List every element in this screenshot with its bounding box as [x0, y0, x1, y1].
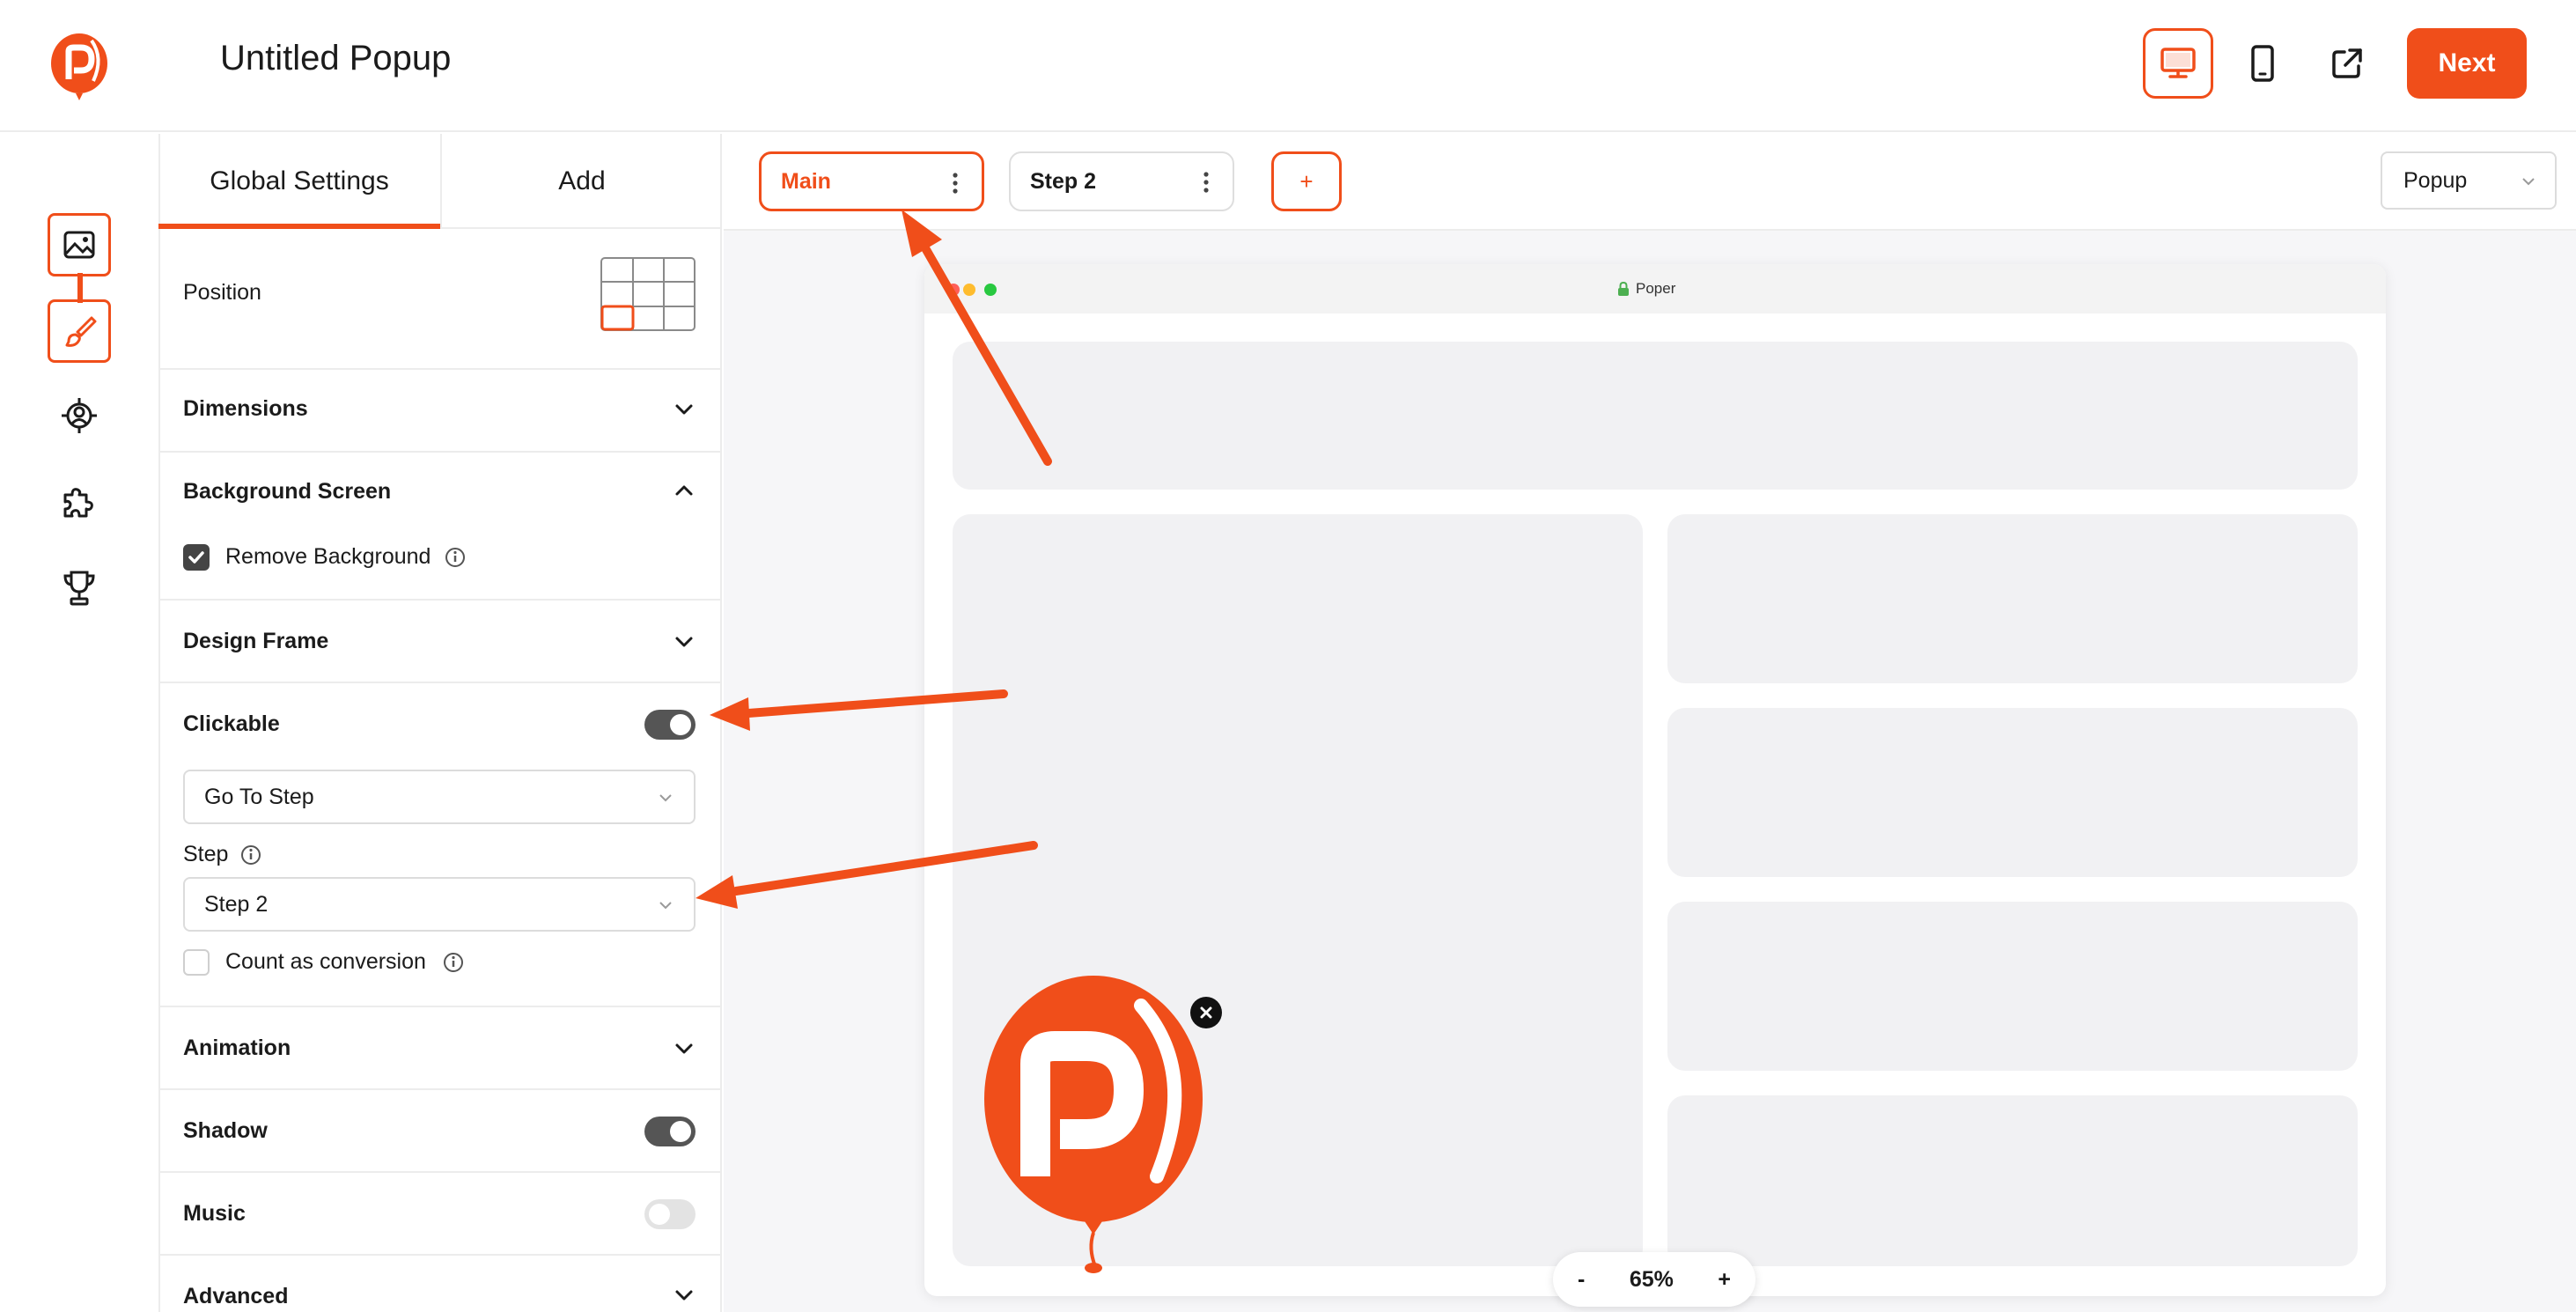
position-label: Position — [183, 280, 261, 305]
rail-connector — [77, 273, 83, 303]
preview-button[interactable] — [2312, 28, 2382, 99]
rail-design-button[interactable] — [48, 299, 111, 363]
placeholder-block — [953, 342, 2358, 490]
advanced-header[interactable]: Advanced — [183, 1284, 288, 1309]
info-icon[interactable] — [444, 546, 467, 573]
chevron-down-icon — [2522, 178, 2535, 186]
add-step-button[interactable]: + — [1271, 151, 1342, 211]
placeholder-block — [1667, 902, 2358, 1071]
click-action-value: Go To Step — [204, 784, 314, 809]
divider — [158, 682, 722, 683]
trophy-icon — [63, 571, 95, 606]
target-icon — [62, 398, 97, 433]
shadow-toggle[interactable] — [644, 1117, 696, 1146]
step-select[interactable]: Step 2 — [183, 877, 696, 932]
chevron-up-icon[interactable] — [671, 477, 697, 504]
browser-url: Poper — [1616, 280, 1675, 298]
remove-background-label: Remove Background — [225, 544, 431, 569]
divider — [158, 368, 722, 370]
popup-type-select[interactable]: Popup — [2381, 151, 2557, 210]
tab-global-settings[interactable]: Global Settings — [158, 134, 440, 229]
placeholder-block — [1667, 514, 2358, 683]
browser-url-text: Poper — [1636, 280, 1676, 297]
animation-header[interactable]: Animation — [183, 1036, 291, 1061]
position-grid[interactable] — [600, 257, 696, 331]
chevron-down-icon[interactable] — [671, 396, 697, 423]
more-options-icon[interactable] — [1203, 171, 1210, 194]
chevron-down-icon — [659, 794, 672, 802]
balloon-popup[interactable] — [974, 976, 1224, 1275]
clickable-label: Clickable — [183, 711, 280, 736]
design-frame-header[interactable]: Design Frame — [183, 629, 328, 654]
step-tab-main[interactable]: Main — [759, 151, 984, 211]
mobile-icon — [2251, 45, 2274, 82]
mobile-view-button[interactable] — [2227, 28, 2298, 99]
info-icon[interactable] — [239, 844, 262, 871]
count-conversion-label: Count as conversion — [225, 949, 426, 974]
placeholder-block — [1667, 708, 2358, 877]
poper-logo[interactable] — [46, 32, 113, 107]
more-options-icon[interactable] — [952, 172, 959, 195]
rail-media-button[interactable] — [48, 213, 111, 276]
steps-bar — [724, 134, 2576, 231]
background-screen-header[interactable]: Background Screen — [183, 479, 391, 505]
divider — [158, 1254, 722, 1256]
zoom-control: - 65% + — [1553, 1252, 1755, 1307]
window-close-dot — [947, 284, 960, 296]
shadow-label: Shadow — [183, 1118, 268, 1143]
popup-title[interactable]: Untitled Popup — [220, 39, 451, 78]
puzzle-icon — [63, 488, 93, 518]
chevron-down-icon[interactable] — [671, 1282, 697, 1308]
count-conversion-checkbox[interactable] — [183, 949, 210, 976]
music-label: Music — [183, 1201, 246, 1226]
external-link-icon — [2332, 48, 2362, 78]
divider — [158, 1088, 722, 1090]
step-select-value: Step 2 — [204, 891, 269, 917]
music-toggle[interactable] — [644, 1199, 696, 1229]
window-minimize-dot — [963, 284, 975, 296]
rail-integrations-button[interactable] — [48, 470, 111, 534]
window-maximize-dot — [984, 284, 997, 296]
chevron-down-icon[interactable] — [671, 1036, 697, 1062]
desktop-icon — [2160, 48, 2196, 78]
active-tab-indicator — [158, 224, 440, 229]
close-icon[interactable] — [1190, 997, 1222, 1028]
info-icon[interactable] — [442, 951, 465, 978]
divider — [158, 1006, 722, 1007]
popup-type-value: Popup — [2403, 167, 2468, 193]
step-tab-label: Main — [781, 168, 831, 194]
divider — [158, 451, 722, 453]
placeholder-block — [1667, 1095, 2358, 1266]
tab-add[interactable]: Add — [440, 134, 722, 229]
desktop-view-button[interactable] — [2143, 28, 2213, 99]
chevron-down-icon[interactable] — [671, 629, 697, 655]
lock-icon — [1618, 281, 1629, 296]
step-tab-label: Step 2 — [1030, 168, 1097, 194]
check-icon — [188, 551, 204, 564]
image-icon — [63, 231, 95, 259]
zoom-in-button[interactable]: + — [1718, 1267, 1731, 1293]
clickable-toggle[interactable] — [644, 710, 696, 740]
step-tab-step-2[interactable]: Step 2 — [1009, 151, 1234, 211]
brush-icon — [65, 316, 97, 347]
rail-targeting-button[interactable] — [48, 384, 111, 447]
divider — [158, 1171, 722, 1173]
rail-goals-button[interactable] — [48, 556, 111, 620]
dimensions-header[interactable]: Dimensions — [183, 396, 308, 422]
divider — [158, 599, 722, 601]
zoom-level: 65% — [1629, 1266, 1674, 1292]
chevron-down-icon — [659, 902, 672, 910]
step-label: Step — [183, 842, 229, 866]
remove-background-checkbox[interactable] — [183, 544, 210, 571]
click-action-select[interactable]: Go To Step — [183, 770, 696, 824]
zoom-out-button[interactable]: - — [1578, 1267, 1585, 1293]
next-button[interactable]: Next — [2407, 28, 2527, 99]
